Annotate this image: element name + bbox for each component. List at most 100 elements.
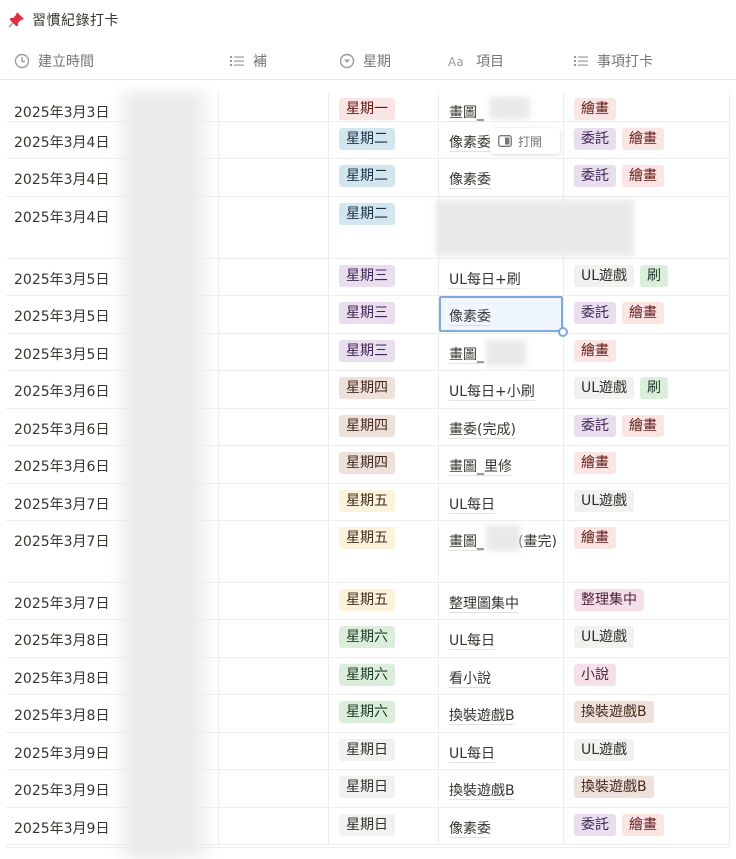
note-cell[interactable] xyxy=(218,371,328,408)
checkin-tags-cell[interactable]: 委託 繪畫 xyxy=(563,159,730,196)
item-title-text[interactable]: 像素委 xyxy=(449,172,491,189)
table-row[interactable]: 2025年3月7日 星期五 UL每日 UL遊戲 xyxy=(6,484,730,521)
note-cell[interactable] xyxy=(218,259,328,295)
note-cell[interactable] xyxy=(218,658,328,694)
note-cell[interactable] xyxy=(218,770,328,807)
table-row[interactable]: 2025年3月6日 星期四 UL每日+小刷 UL遊戲刷 xyxy=(6,371,730,409)
item-title-text[interactable]: 看小說 xyxy=(449,671,491,688)
weekday-cell[interactable]: 星期三 xyxy=(328,296,438,333)
weekday-cell[interactable]: 星期四 xyxy=(328,446,438,483)
weekday-cell[interactable]: 星期六 xyxy=(328,620,438,657)
table-row[interactable]: 2025年3月7日 星期五 整理圖集中 整理集中 xyxy=(6,583,730,620)
item-title-text[interactable]: 畫圖_ xyxy=(449,105,484,122)
item-title-text[interactable]: UL每日+小刷 xyxy=(449,384,535,401)
item-title-cell[interactable]: UL每日+刷 xyxy=(438,259,563,295)
weekday-cell[interactable]: 星期三 xyxy=(328,259,438,295)
table-row[interactable]: 2025年3月8日 星期六 換裝遊戲B 換裝遊戲B xyxy=(6,695,730,733)
weekday-cell[interactable]: 星期二 xyxy=(328,122,438,158)
checkin-tags-cell[interactable]: UL遊戲 xyxy=(563,620,730,657)
item-title-text[interactable]: 畫圖_ xyxy=(449,534,484,551)
note-cell[interactable] xyxy=(218,159,328,196)
column-header-created[interactable]: 建立時間 xyxy=(14,42,94,80)
item-title-text[interactable]: 像素委 xyxy=(449,135,491,152)
item-title-text[interactable]: 畫圖_里修 xyxy=(449,459,512,476)
item-title-cell[interactable]: 像素委 xyxy=(438,159,563,196)
weekday-cell[interactable]: 星期一 xyxy=(328,92,438,121)
weekday-cell[interactable]: 星期六 xyxy=(328,695,438,732)
selected-cell-outline[interactable] xyxy=(439,296,563,332)
note-cell[interactable] xyxy=(218,334,328,370)
table-row[interactable]: 2025年3月9日 星期日 UL每日 UL遊戲 xyxy=(6,733,730,770)
note-cell[interactable] xyxy=(218,92,328,121)
checkin-tags-cell[interactable]: 委託 繪畫 xyxy=(563,296,730,333)
weekday-cell[interactable]: 星期二 xyxy=(328,197,438,258)
checkin-tags-cell[interactable]: 換裝遊戲B xyxy=(563,770,730,807)
weekday-cell[interactable]: 星期日 xyxy=(328,733,438,769)
weekday-cell[interactable]: 星期四 xyxy=(328,409,438,445)
open-row-button[interactable]: 打開 xyxy=(490,128,560,154)
table-row[interactable]: 2025年3月6日 星期四 畫圖_里修 繪畫 xyxy=(6,446,730,484)
column-header-weekday[interactable]: 星期 xyxy=(339,42,391,80)
item-title-cell[interactable]: 換裝遊戲B xyxy=(438,695,563,732)
note-cell[interactable] xyxy=(218,521,328,582)
table-row[interactable]: 2025年3月8日 星期六 看小說 小說 xyxy=(6,658,730,695)
note-cell[interactable] xyxy=(218,484,328,520)
checkin-tags-cell[interactable]: 繪畫 xyxy=(563,521,730,582)
weekday-cell[interactable]: 星期五 xyxy=(328,521,438,582)
note-cell[interactable] xyxy=(218,409,328,445)
weekday-cell[interactable]: 星期六 xyxy=(328,658,438,694)
item-title-cell[interactable]: 畫圖_里修 xyxy=(438,446,563,483)
table-row[interactable]: 2025年3月4日 星期二 像素委 委託 繪畫 xyxy=(6,159,730,197)
weekday-cell[interactable]: 星期二 xyxy=(328,159,438,196)
item-title-text[interactable]: 畫圖_ xyxy=(449,347,484,364)
table-row[interactable]: 2025年3月7日 星期五 畫圖_ (畫完) 繪畫 xyxy=(6,521,730,583)
item-title-cell[interactable]: 畫委(完成) xyxy=(438,409,563,445)
table-row[interactable]: 2025年3月8日 星期六 UL每日 UL遊戲 xyxy=(6,620,730,658)
item-title-cell[interactable]: UL每日+小刷 xyxy=(438,371,563,408)
item-title-text[interactable]: UL每日 xyxy=(449,497,496,514)
checkin-tags-cell[interactable]: 委託 繪畫 xyxy=(563,122,730,158)
table-row[interactable]: 2025年3月5日 星期三 UL每日+刷 UL遊戲刷 xyxy=(6,259,730,296)
note-cell[interactable] xyxy=(218,197,328,258)
item-title-cell[interactable]: 整理圖集中 xyxy=(438,583,563,619)
cell-fill-handle[interactable] xyxy=(558,327,568,337)
checkin-tags-cell[interactable]: UL遊戲刷 xyxy=(563,259,730,295)
item-title-cell[interactable]: UL每日 xyxy=(438,733,563,769)
item-title-text[interactable]: UL每日 xyxy=(449,633,496,650)
checkin-tags-cell[interactable]: 換裝遊戲B xyxy=(563,695,730,732)
table-row[interactable]: 2025年3月5日 星期三 像素委 委託 繪畫 xyxy=(6,296,730,334)
item-title-text[interactable]: UL每日 xyxy=(449,746,496,763)
checkin-tags-cell[interactable]: 繪畫 xyxy=(563,446,730,483)
weekday-cell[interactable]: 星期日 xyxy=(328,808,438,844)
table-row[interactable]: 2025年3月9日 星期日 換裝遊戲B 換裝遊戲B xyxy=(6,770,730,808)
item-title-cell[interactable]: 像素委 xyxy=(438,808,563,844)
item-title-text[interactable]: UL每日+刷 xyxy=(449,272,521,289)
item-title-text[interactable]: 像素委 xyxy=(449,821,491,838)
note-cell[interactable] xyxy=(218,695,328,732)
item-title-text[interactable]: 整理圖集中 xyxy=(449,596,519,613)
weekday-cell[interactable]: 星期五 xyxy=(328,484,438,520)
column-header-note[interactable]: 補 xyxy=(229,42,267,80)
note-cell[interactable] xyxy=(218,296,328,333)
note-cell[interactable] xyxy=(218,122,328,158)
checkin-tags-cell[interactable]: UL遊戲刷 xyxy=(563,371,730,408)
checkin-tags-cell[interactable]: 繪畫 xyxy=(563,92,730,121)
item-title-text[interactable]: 換裝遊戲B xyxy=(449,783,515,800)
checkin-tags-cell[interactable]: UL遊戲 xyxy=(563,733,730,769)
table-row[interactable]: 2025年3月3日 星期一 畫圖_ 繪畫 xyxy=(6,92,730,122)
note-cell[interactable] xyxy=(218,620,328,657)
column-header-item[interactable]: Aa 項目 xyxy=(448,42,504,80)
item-title-cell[interactable]: 看小說 xyxy=(438,658,563,694)
table-row[interactable]: 2025年3月9日 星期日 像素委 委託 繪畫 xyxy=(6,808,730,845)
table-row[interactable]: 2025年3月6日 星期四 畫委(完成) 委託 繪畫 xyxy=(6,409,730,446)
weekday-cell[interactable]: 星期日 xyxy=(328,770,438,807)
item-title-text[interactable]: 畫委(完成) xyxy=(449,422,516,439)
note-cell[interactable] xyxy=(218,808,328,844)
item-title-cell[interactable]: 換裝遊戲B xyxy=(438,770,563,807)
note-cell[interactable] xyxy=(218,733,328,769)
checkin-tags-cell[interactable]: 委託 繪畫 xyxy=(563,409,730,445)
checkin-tags-cell[interactable]: 繪畫 xyxy=(563,334,730,370)
item-title-text[interactable]: 換裝遊戲B xyxy=(449,708,515,725)
checkin-tags-cell[interactable]: 小說 xyxy=(563,658,730,694)
note-cell[interactable] xyxy=(218,583,328,619)
